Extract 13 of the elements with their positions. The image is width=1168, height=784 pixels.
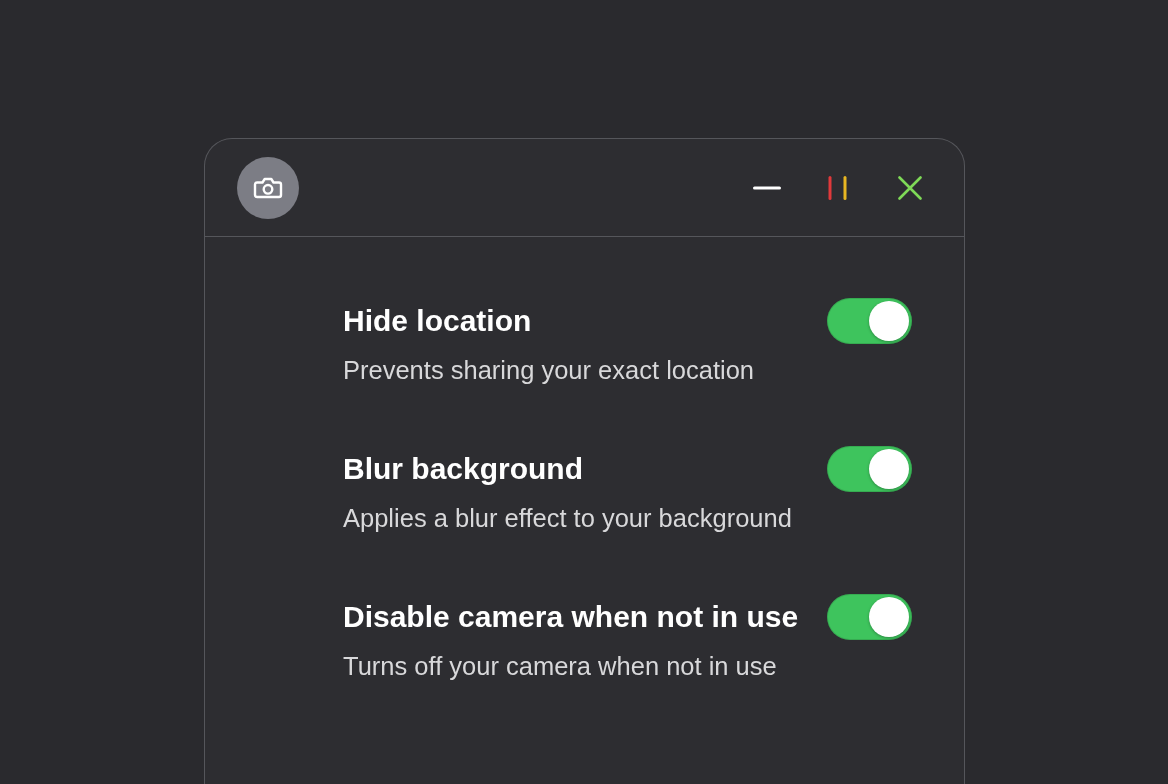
toggle-switch[interactable] — [827, 594, 912, 640]
toggle-switch[interactable] — [827, 298, 912, 344]
pause-icon[interactable] — [828, 175, 848, 200]
setting-title: Hide location — [343, 303, 533, 339]
setting-description: Applies a blur effect to your background — [343, 503, 793, 534]
toggle-switch[interactable] — [827, 446, 912, 492]
setting-description: Turns off your camera when not in use — [343, 651, 778, 682]
setting-title: Blur background — [343, 451, 584, 487]
setting-description: Prevents sharing your exact location — [343, 355, 756, 386]
minimize-icon[interactable] — [753, 185, 781, 190]
setting-title: Disable camera when not in use — [343, 599, 800, 635]
close-icon[interactable] — [898, 175, 922, 200]
camera-icon — [237, 156, 299, 219]
